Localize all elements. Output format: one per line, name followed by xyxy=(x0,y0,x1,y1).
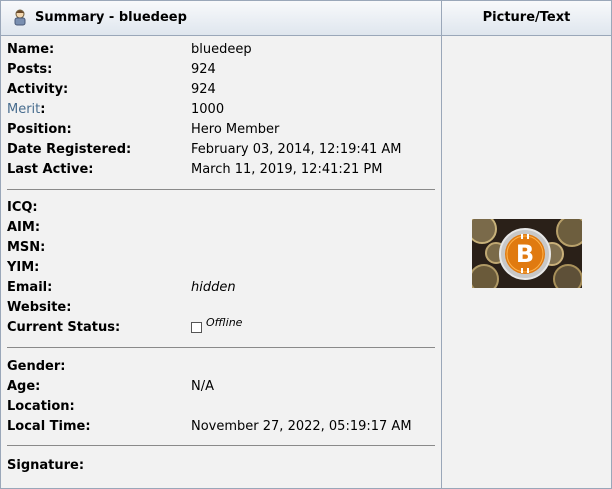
profile-summary-panel: Summary - bluedeep Picture/Text Name: bl… xyxy=(0,0,612,489)
local-time-label: Local Time: xyxy=(7,419,91,434)
merit-link[interactable]: Merit xyxy=(7,102,40,117)
divider xyxy=(7,189,435,190)
merit-row: Merit: 1000 xyxy=(7,100,437,120)
user-icon xyxy=(12,9,28,30)
position-row: Position: Hero Member xyxy=(7,120,437,140)
activity-value: 924 xyxy=(191,82,216,97)
age-row: Age: N/A xyxy=(7,377,437,397)
local-time-value: November 27, 2022, 05:19:17 AM xyxy=(191,419,412,434)
summary-header: Summary - bluedeep xyxy=(1,1,442,36)
last-active-label: Last Active: xyxy=(7,162,94,177)
position-value: Hero Member xyxy=(191,122,280,137)
age-value: N/A xyxy=(191,379,214,394)
aim-label: AIM: xyxy=(7,220,41,235)
aim-row: AIM: xyxy=(7,218,437,238)
posts-row: Posts: 924 xyxy=(7,60,437,80)
name-label: Name: xyxy=(7,42,55,57)
current-status-label: Current Status: xyxy=(7,320,121,335)
gender-row: Gender: xyxy=(7,357,437,377)
svg-text:B: B xyxy=(516,240,534,268)
email-label: Email: xyxy=(7,280,53,295)
website-label: Website: xyxy=(7,300,72,315)
icq-row: ICQ: xyxy=(7,198,437,218)
msn-label: MSN: xyxy=(7,240,46,255)
picture-text-heading: Picture/Text xyxy=(442,1,611,36)
age-label: Age: xyxy=(7,379,41,394)
activity-label: Activity: xyxy=(7,82,69,97)
profile-details: Name: bluedeep Posts: 924 Activity: 924 … xyxy=(1,36,442,488)
picture-panel: B xyxy=(442,36,611,488)
date-registered-label: Date Registered: xyxy=(7,142,132,157)
email-value: hidden xyxy=(191,280,236,295)
posts-value: 924 xyxy=(191,62,216,77)
email-row: Email: hidden xyxy=(7,278,437,298)
summary-title: Summary - bluedeep xyxy=(35,10,187,25)
merit-colon: : xyxy=(40,102,46,117)
position-label: Position: xyxy=(7,122,72,137)
activity-row: Activity: 924 xyxy=(7,80,437,100)
posts-label: Posts: xyxy=(7,62,53,77)
local-time-row: Local Time: November 27, 2022, 05:19:17 … xyxy=(7,417,437,437)
last-active-row: Last Active: March 11, 2019, 12:41:21 PM xyxy=(7,160,437,180)
signature-row: Signature: xyxy=(7,456,437,476)
merit-label-group: Merit: xyxy=(7,100,45,120)
location-label: Location: xyxy=(7,399,75,414)
current-status-value: Offline xyxy=(191,316,243,338)
name-row: Name: bluedeep xyxy=(7,40,437,60)
offline-status-icon xyxy=(191,322,202,333)
bitcoin-avatar-image: B xyxy=(472,219,582,288)
signature-label: Signature: xyxy=(7,458,85,473)
divider xyxy=(7,445,435,446)
website-row: Website: xyxy=(7,298,437,318)
yim-row: YIM: xyxy=(7,258,437,278)
divider xyxy=(7,347,435,348)
date-registered-row: Date Registered: February 03, 2014, 12:1… xyxy=(7,140,437,160)
status-text: Offline xyxy=(206,316,243,329)
date-registered-value: February 03, 2014, 12:19:41 AM xyxy=(191,142,402,157)
name-value: bluedeep xyxy=(191,42,252,57)
location-row: Location: xyxy=(7,397,437,417)
msn-row: MSN: xyxy=(7,238,437,258)
yim-label: YIM: xyxy=(7,260,40,275)
last-active-value: March 11, 2019, 12:41:21 PM xyxy=(191,162,383,177)
icq-label: ICQ: xyxy=(7,200,38,215)
gender-label: Gender: xyxy=(7,359,66,374)
current-status-row: Current Status: Offline xyxy=(7,316,437,338)
merit-value: 1000 xyxy=(191,102,225,117)
